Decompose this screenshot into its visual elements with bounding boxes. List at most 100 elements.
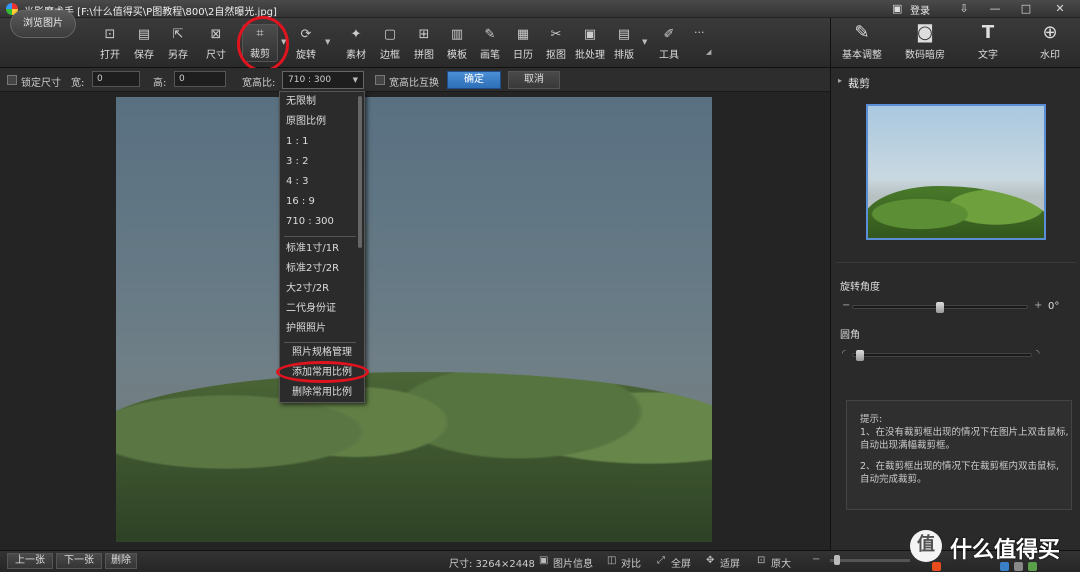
- tool-cutout[interactable]: ✂ 抠图: [538, 26, 574, 64]
- rotate-angle-label: 旋转角度: [840, 282, 880, 293]
- prev-image-button[interactable]: 上一张: [7, 553, 53, 569]
- ratio-select[interactable]: 710 : 300 ▼: [282, 71, 364, 89]
- more-tools-button[interactable]: ···: [694, 26, 705, 39]
- tool-rotate[interactable]: ⟳ 旋转: [288, 26, 324, 64]
- cutout-icon: ✂: [550, 27, 562, 42]
- minimize-button[interactable]: —: [983, 1, 1007, 16]
- rtool-label: 数码暗房: [905, 50, 945, 61]
- menu-item[interactable]: 原图比例: [286, 112, 326, 132]
- fullscreen-button[interactable]: 全屏: [671, 555, 691, 570]
- close-button[interactable]: ✕: [1048, 1, 1072, 16]
- user-icon[interactable]: ▣: [892, 2, 905, 15]
- tool-tools[interactable]: ✐ 工具: [651, 26, 687, 64]
- tool-save[interactable]: ▤ 保存: [126, 26, 162, 64]
- menu-item[interactable]: 无限制: [286, 92, 316, 112]
- tab-basic-adjust[interactable]: ✎ 基本调整: [832, 22, 892, 64]
- menu-item[interactable]: 4 : 3: [286, 172, 308, 192]
- corner-label: 圆角: [840, 330, 860, 341]
- tool-frame[interactable]: ▢ 边框: [372, 26, 408, 64]
- tab-text[interactable]: T 文字: [958, 22, 1018, 64]
- tool-collage[interactable]: ⊞ 拼图: [406, 26, 442, 64]
- fit-screen-button[interactable]: 适屏: [720, 555, 740, 570]
- tool-label: 保存: [134, 50, 154, 61]
- collapse-arrow-icon[interactable]: ▸: [838, 76, 842, 85]
- tray-sogou-icon: [932, 562, 941, 571]
- collage-icon: ⊞: [418, 27, 430, 42]
- tool-label: 尺寸: [206, 50, 226, 61]
- menu-item[interactable]: 710 : 300: [286, 212, 334, 232]
- brush-icon: ✎: [484, 27, 496, 42]
- menu-item[interactable]: 3 : 2: [286, 152, 308, 172]
- swap-ratio-label: 宽高比互换: [389, 78, 439, 89]
- compare-button[interactable]: 对比: [621, 555, 641, 570]
- expand-corner-icon[interactable]: ◢: [706, 48, 711, 56]
- watermark-icon: ⊕: [1042, 22, 1058, 43]
- original-size-button[interactable]: 原大: [771, 555, 791, 570]
- edit-icon: ✎: [854, 22, 870, 43]
- tool-label: 抠图: [546, 50, 566, 61]
- lock-size-checkbox[interactable]: [7, 75, 17, 85]
- corner-slider-thumb[interactable]: [856, 350, 864, 361]
- photo-preview[interactable]: [116, 97, 712, 542]
- crop-dropdown-caret[interactable]: ▼: [281, 38, 286, 46]
- tool-crop[interactable]: ⌗ 裁剪: [242, 24, 278, 62]
- next-image-button[interactable]: 下一张: [56, 553, 102, 569]
- menu-divider: [284, 236, 356, 237]
- tool-label: 另存: [168, 50, 188, 61]
- menu-item-spec-manage[interactable]: 照片规格管理: [292, 343, 352, 363]
- login-button[interactable]: 登录: [910, 2, 930, 17]
- tab-digital-darkroom[interactable]: ◙ 数码暗房: [895, 22, 955, 64]
- menu-item[interactable]: 护照照片: [286, 319, 326, 339]
- tool-label: 画笔: [480, 50, 500, 61]
- menu-item-delete-ratio[interactable]: 删除常用比例: [292, 383, 352, 403]
- rotate-plus-icon[interactable]: +: [1034, 300, 1042, 311]
- fullscreen-icon: ⤢: [657, 555, 665, 566]
- menu-item[interactable]: 标准2寸/2R: [286, 259, 339, 279]
- tool-brush[interactable]: ✎ 画笔: [472, 26, 508, 64]
- tool-label: 旋转: [296, 50, 316, 61]
- hint-line: 1、在没有裁剪框出现的情况下在图片上双击鼠标,: [860, 427, 1069, 438]
- skin-menu-button[interactable]: ⇩: [952, 1, 976, 16]
- rotate-dropdown-caret[interactable]: ▼: [325, 38, 330, 46]
- corner-slider-track[interactable]: [852, 353, 1032, 357]
- tool-resize[interactable]: ⊠ 尺寸: [198, 26, 234, 64]
- hint-line: 自动完成裁剪。: [860, 474, 927, 485]
- crop-dim-overlay: [116, 97, 712, 542]
- swap-ratio-checkbox[interactable]: [375, 75, 385, 85]
- rtool-label: 文字: [978, 50, 998, 61]
- menu-item[interactable]: 1 : 1: [286, 132, 308, 152]
- menu-item[interactable]: 大2寸/2R: [286, 279, 329, 299]
- cancel-button[interactable]: 取消: [508, 71, 560, 89]
- tool-label: 日历: [513, 50, 533, 61]
- tool-template[interactable]: ▥ 模板: [439, 26, 475, 64]
- tray-skin-icon: [1028, 562, 1037, 571]
- text-icon: T: [981, 22, 995, 43]
- menu-scrollbar[interactable]: [358, 96, 362, 248]
- rotate-minus-icon[interactable]: −: [842, 300, 850, 311]
- height-input[interactable]: 0: [174, 71, 226, 87]
- delete-button[interactable]: 删除: [105, 553, 137, 569]
- zoom-slider-track[interactable]: [830, 559, 910, 562]
- tool-material[interactable]: ✦ 素材: [338, 26, 374, 64]
- tool-batch[interactable]: ▣ 批处理: [572, 26, 608, 64]
- tool-layout[interactable]: ▤ 排版: [606, 26, 642, 64]
- browse-images-button[interactable]: 浏览图片: [10, 10, 76, 38]
- confirm-button[interactable]: 确定: [447, 71, 501, 89]
- layout-dropdown-caret[interactable]: ▼: [642, 38, 647, 46]
- maximize-button[interactable]: □: [1014, 1, 1038, 16]
- rotate-icon: ⟳: [300, 27, 312, 42]
- menu-item[interactable]: 标准1寸/1R: [286, 239, 339, 259]
- frame-icon: ▢: [383, 27, 397, 42]
- tool-calendar[interactable]: ▦ 日历: [505, 26, 541, 64]
- zoom-out-icon[interactable]: −: [812, 554, 820, 565]
- tool-open[interactable]: ⊡ 打开: [92, 26, 128, 64]
- tool-save-as[interactable]: ⇱ 另存: [160, 26, 196, 64]
- image-info-button[interactable]: 图片信息: [553, 555, 593, 570]
- menu-item[interactable]: 16 : 9: [286, 192, 315, 212]
- width-input[interactable]: 0: [92, 71, 140, 87]
- menu-item-add-ratio[interactable]: 添加常用比例: [292, 363, 352, 383]
- rotate-slider-thumb[interactable]: [936, 302, 944, 313]
- zoom-slider-thumb[interactable]: [834, 555, 840, 565]
- tab-watermark[interactable]: ⊕ 水印: [1020, 22, 1080, 64]
- menu-item[interactable]: 二代身份证: [286, 299, 336, 319]
